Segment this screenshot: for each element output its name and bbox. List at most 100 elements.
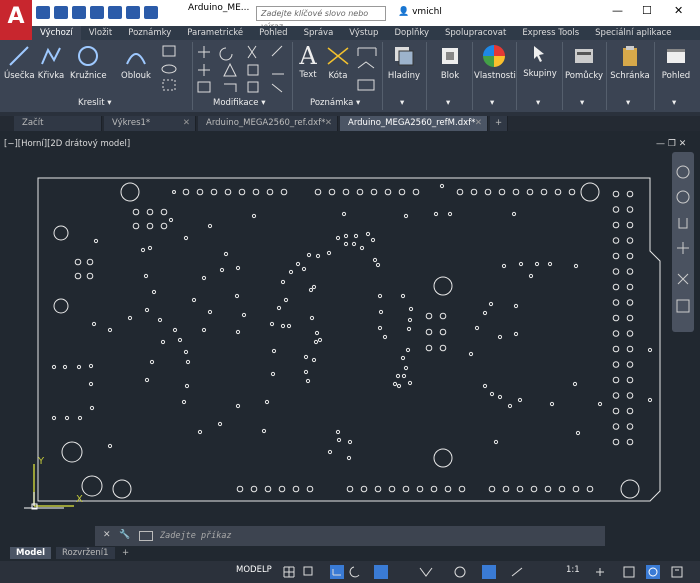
new-tab-button[interactable]: + xyxy=(490,116,508,131)
utilities-button[interactable]: Pomůcky xyxy=(564,44,604,81)
close-tab-icon[interactable]: ✕ xyxy=(183,116,190,131)
dimension-button[interactable]: Kóta xyxy=(324,44,352,81)
tab-insert[interactable]: Vložit xyxy=(81,26,121,40)
board-mark xyxy=(306,485,314,493)
tab-home[interactable]: Výchozí xyxy=(32,26,81,40)
undo-icon[interactable] xyxy=(126,6,140,19)
save-as-icon[interactable] xyxy=(90,6,104,19)
board-mark xyxy=(336,437,342,443)
group-annotation[interactable]: Poznámka ▾ xyxy=(310,98,360,108)
board-mark xyxy=(372,257,378,263)
doctab-arduino-ref[interactable]: Arduino_MEGA2560_ref.dxf* ✕ xyxy=(198,116,338,131)
groups-dropdown[interactable]: ▾ xyxy=(536,98,540,108)
autocad-logo-icon[interactable]: A xyxy=(0,0,32,40)
properties-color-wheel-icon xyxy=(483,45,505,67)
line-button[interactable]: Úsečka xyxy=(4,44,35,81)
board-mark xyxy=(341,211,347,217)
tab-featured-apps[interactable]: Speciální aplikace xyxy=(587,26,679,40)
doctab-start[interactable]: Začít xyxy=(14,116,102,131)
status-bar-icons[interactable] xyxy=(280,563,700,581)
close-tab-icon[interactable]: ✕ xyxy=(325,116,332,131)
close-button[interactable]: ✕ xyxy=(674,4,683,17)
board-mark xyxy=(626,237,634,244)
annotation-extra-icons[interactable] xyxy=(354,44,380,94)
board-mark xyxy=(177,337,183,343)
tab-express-tools[interactable]: Express Tools xyxy=(514,26,587,40)
search-input[interactable]: Zadejte klíčové slovo nebo výraz. xyxy=(256,6,386,31)
utilities-dropdown[interactable]: ▾ xyxy=(580,98,584,108)
layers-button[interactable]: Hladiny xyxy=(386,44,422,81)
board-mark xyxy=(315,253,321,259)
properties-button[interactable]: Vlastnosti xyxy=(474,44,516,81)
view-button[interactable]: Pohled xyxy=(658,44,694,81)
doctab-drawing1[interactable]: Výkres1* ✕ xyxy=(104,116,196,131)
navigation-bar[interactable] xyxy=(672,152,694,332)
board-mark xyxy=(276,305,282,311)
group-modify[interactable]: Modifikace ▾ xyxy=(213,98,266,108)
board-mark xyxy=(311,357,317,363)
layout-tab-model[interactable]: Model xyxy=(10,547,52,559)
board-mark xyxy=(612,237,620,244)
draw-extra-icons[interactable] xyxy=(160,44,190,94)
board-mark xyxy=(93,238,99,244)
tab-view[interactable]: Pohled xyxy=(251,26,295,40)
tab-parametric[interactable]: Parametrické xyxy=(179,26,251,40)
new-icon[interactable] xyxy=(36,6,50,19)
polyline-button[interactable]: Křivka xyxy=(36,44,66,81)
board-mark xyxy=(433,211,439,217)
save-icon[interactable] xyxy=(72,6,86,19)
block-dropdown[interactable]: ▾ xyxy=(446,98,450,108)
board-mark xyxy=(620,479,640,499)
tab-collaborate[interactable]: Spolupracovat xyxy=(437,26,514,40)
command-input[interactable]: Zadejte příkaz xyxy=(160,531,232,541)
wrench-icon[interactable]: 🔧 xyxy=(119,530,130,540)
board-mark xyxy=(219,267,225,273)
board-mark xyxy=(511,211,517,217)
board-mark xyxy=(612,330,620,337)
redo-icon[interactable] xyxy=(144,6,158,19)
print-icon[interactable] xyxy=(108,6,122,19)
quick-access-toolbar xyxy=(36,6,158,19)
view-dropdown[interactable]: ▾ xyxy=(672,98,676,108)
tab-manage[interactable]: Správa xyxy=(296,26,342,40)
board-mark xyxy=(311,284,317,290)
board-mark xyxy=(425,312,433,320)
board-mark xyxy=(507,403,513,409)
board-mark xyxy=(160,339,166,345)
command-history-icon[interactable] xyxy=(139,531,153,541)
board-mark xyxy=(127,315,133,321)
open-icon[interactable] xyxy=(54,6,68,19)
ucs-icon: Y X xyxy=(24,456,83,510)
board-mark xyxy=(191,297,197,303)
board-mark xyxy=(309,315,315,321)
layers-icon xyxy=(395,47,414,66)
close-command-icon[interactable]: ✕ xyxy=(103,530,111,540)
model-space-toggle[interactable]: MODELP xyxy=(236,565,272,575)
groups-button[interactable]: Skupiny xyxy=(520,42,560,79)
layout-tab-layout1[interactable]: Rozvržení1 xyxy=(56,547,115,559)
clipboard-dropdown[interactable]: ▾ xyxy=(626,98,630,108)
minimize-button[interactable]: — xyxy=(612,4,623,17)
modify-tools-icons[interactable] xyxy=(196,44,288,96)
clipboard-button[interactable]: Schránka xyxy=(610,44,650,81)
group-draw[interactable]: Kreslit ▾ xyxy=(78,98,112,108)
add-layout-button[interactable]: + xyxy=(116,547,135,559)
circle-button[interactable]: Kružnice xyxy=(70,44,107,81)
user-account[interactable]: 👤 vmichl xyxy=(398,7,442,17)
board-mark xyxy=(516,485,524,493)
tab-addins[interactable]: Doplňky xyxy=(386,26,437,40)
tab-output[interactable]: Výstup xyxy=(341,26,386,40)
text-button[interactable]: A Text xyxy=(296,42,320,80)
board-mark xyxy=(140,247,146,253)
board-mark xyxy=(626,423,634,430)
maximize-button[interactable]: ☐ xyxy=(642,4,652,17)
board-mark xyxy=(439,328,447,336)
board-mark xyxy=(132,208,140,216)
tab-annotate[interactable]: Poznámky xyxy=(120,26,179,40)
properties-dropdown[interactable]: ▾ xyxy=(490,98,494,108)
close-tab-icon[interactable]: ✕ xyxy=(475,116,482,131)
arc-button[interactable]: Oblouk xyxy=(118,44,154,81)
block-button[interactable]: Blok xyxy=(432,44,468,81)
doctab-arduino-refm[interactable]: Arduino_MEGA2560_refM.dxf* ✕ xyxy=(340,116,488,131)
layers-dropdown[interactable]: ▾ xyxy=(400,98,404,108)
